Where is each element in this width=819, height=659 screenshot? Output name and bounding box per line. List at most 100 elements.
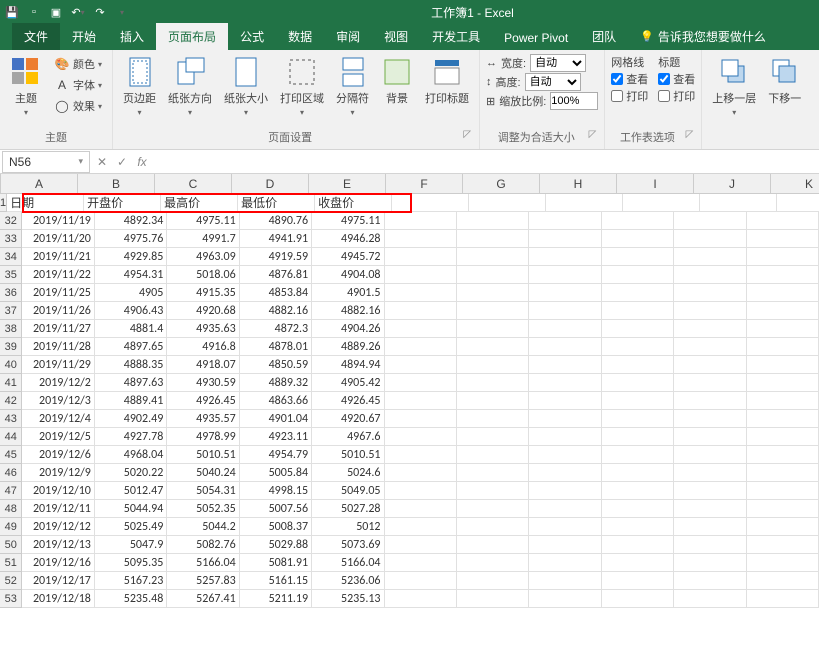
- cell[interactable]: 4941.91: [240, 230, 312, 248]
- background-button[interactable]: 背景: [377, 54, 417, 108]
- cell[interactable]: 4890.76: [240, 212, 312, 230]
- row-header[interactable]: 40: [0, 356, 22, 374]
- cell[interactable]: [674, 554, 746, 572]
- scale-input[interactable]: [550, 92, 598, 110]
- cell[interactable]: [385, 464, 457, 482]
- cell[interactable]: 2019/11/26: [22, 302, 94, 320]
- cell[interactable]: 4927.78: [95, 428, 167, 446]
- cell[interactable]: 5267.41: [167, 590, 239, 608]
- cell[interactable]: [674, 500, 746, 518]
- cell[interactable]: 2019/11/22: [22, 266, 94, 284]
- headings-print-check[interactable]: 打印: [658, 88, 695, 104]
- cell[interactable]: 5052.35: [167, 500, 239, 518]
- cell[interactable]: [385, 500, 457, 518]
- cell[interactable]: [674, 464, 746, 482]
- cell[interactable]: [385, 410, 457, 428]
- cell[interactable]: 4906.43: [95, 302, 167, 320]
- cell[interactable]: [385, 374, 457, 392]
- cell[interactable]: 最高价: [161, 194, 238, 212]
- cell[interactable]: [674, 338, 746, 356]
- cell[interactable]: [529, 500, 601, 518]
- cell[interactable]: 4882.16: [312, 302, 384, 320]
- cell[interactable]: 4905: [95, 284, 167, 302]
- row-header[interactable]: 34: [0, 248, 22, 266]
- cell[interactable]: 5235.13: [312, 590, 384, 608]
- cell[interactable]: [529, 536, 601, 554]
- cell[interactable]: [674, 572, 746, 590]
- cell[interactable]: 2019/11/19: [22, 212, 94, 230]
- row-header[interactable]: 37: [0, 302, 22, 320]
- cell[interactable]: [457, 428, 529, 446]
- cell[interactable]: 4897.63: [95, 374, 167, 392]
- cell[interactable]: 4905.42: [312, 374, 384, 392]
- cell[interactable]: 4926.45: [167, 392, 239, 410]
- cell[interactable]: 5020.22: [95, 464, 167, 482]
- cell[interactable]: 4901.5: [312, 284, 384, 302]
- tab-file[interactable]: 文件: [12, 23, 60, 50]
- tell-me[interactable]: 💡 告诉我您想要做什么: [628, 23, 778, 50]
- cell[interactable]: 2019/11/28: [22, 338, 94, 356]
- cell[interactable]: [747, 266, 819, 284]
- formula-input[interactable]: [152, 151, 819, 173]
- cell[interactable]: [674, 356, 746, 374]
- cell[interactable]: [674, 320, 746, 338]
- cell[interactable]: [602, 572, 674, 590]
- tab-review[interactable]: 审阅: [324, 23, 372, 50]
- cell[interactable]: [623, 194, 700, 212]
- cell[interactable]: [529, 464, 601, 482]
- cell[interactable]: 5027.28: [312, 500, 384, 518]
- cell[interactable]: 5025.49: [95, 518, 167, 536]
- width-select[interactable]: 自动: [530, 54, 586, 72]
- cell[interactable]: 2019/12/12: [22, 518, 94, 536]
- cell[interactable]: 2019/12/2: [22, 374, 94, 392]
- colors-button[interactable]: 🎨 颜色▾: [50, 54, 106, 74]
- cell[interactable]: [700, 194, 777, 212]
- cell[interactable]: 4975.11: [167, 212, 239, 230]
- cell[interactable]: [674, 482, 746, 500]
- cell[interactable]: 4919.59: [240, 248, 312, 266]
- cell[interactable]: [457, 320, 529, 338]
- cell[interactable]: [674, 374, 746, 392]
- cell[interactable]: 日期: [7, 194, 84, 212]
- cell[interactable]: [674, 410, 746, 428]
- cell[interactable]: [747, 554, 819, 572]
- cell[interactable]: [747, 356, 819, 374]
- new-icon[interactable]: ▫: [26, 4, 42, 20]
- cell[interactable]: 4882.16: [240, 302, 312, 320]
- cell[interactable]: 5044.94: [95, 500, 167, 518]
- cell[interactable]: 4946.28: [312, 230, 384, 248]
- cell[interactable]: 2019/12/3: [22, 392, 94, 410]
- row-header[interactable]: 53: [0, 590, 22, 608]
- row-header[interactable]: 44: [0, 428, 22, 446]
- cell[interactable]: [385, 428, 457, 446]
- cell[interactable]: [529, 338, 601, 356]
- cell[interactable]: 4954.79: [240, 446, 312, 464]
- cell[interactable]: [385, 284, 457, 302]
- cell[interactable]: [457, 446, 529, 464]
- cell[interactable]: [674, 284, 746, 302]
- cell[interactable]: [602, 338, 674, 356]
- cell[interactable]: [385, 230, 457, 248]
- size-button[interactable]: 纸张大小▾: [220, 54, 272, 119]
- qat-more-icon[interactable]: ▾: [114, 4, 130, 20]
- cell[interactable]: 4991.7: [167, 230, 239, 248]
- cell[interactable]: [529, 446, 601, 464]
- cell[interactable]: 2019/11/21: [22, 248, 94, 266]
- cell[interactable]: 4876.81: [240, 266, 312, 284]
- cell[interactable]: [747, 428, 819, 446]
- headings-view-check[interactable]: 查看: [658, 71, 695, 87]
- cell[interactable]: 4975.76: [95, 230, 167, 248]
- send-backward-button[interactable]: 下移一: [764, 54, 805, 108]
- cell[interactable]: [674, 302, 746, 320]
- cell[interactable]: [674, 590, 746, 608]
- cell[interactable]: 4889.26: [312, 338, 384, 356]
- cell[interactable]: [674, 428, 746, 446]
- cell[interactable]: 4998.15: [240, 482, 312, 500]
- fonts-button[interactable]: A 字体▾: [50, 75, 106, 95]
- themes-button[interactable]: 主题 ▾: [6, 54, 46, 119]
- cell[interactable]: [747, 500, 819, 518]
- cell[interactable]: [747, 230, 819, 248]
- cell[interactable]: 5012: [312, 518, 384, 536]
- cell[interactable]: [469, 194, 546, 212]
- cell[interactable]: [602, 392, 674, 410]
